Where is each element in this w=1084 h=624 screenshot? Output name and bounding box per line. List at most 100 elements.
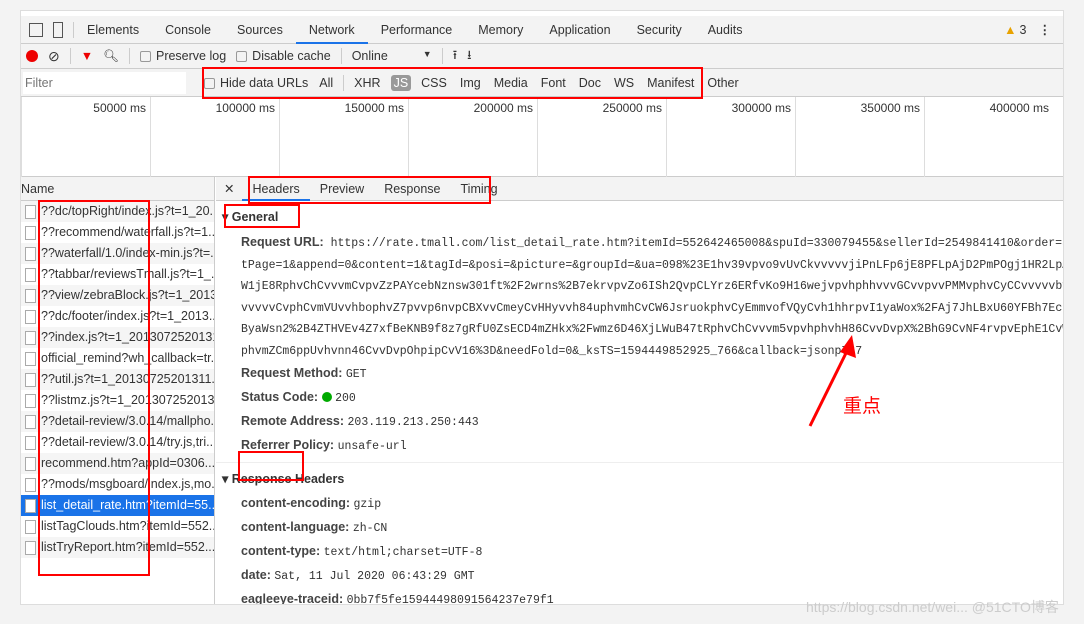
tab-response[interactable]: Response — [374, 177, 450, 201]
request-row[interactable]: ??index.js?t=1_20130725201311... — [21, 327, 214, 348]
kv-label: Request Method: — [241, 366, 343, 380]
timeline-tick: 150000 ms — [279, 97, 408, 177]
filter-type-media[interactable]: Media — [491, 75, 531, 91]
url-line: phvmZCm6ppUvhvnn46CvvDvpOhpipCvV16%3D&ne… — [241, 344, 863, 358]
request-row[interactable]: ??mods/msgboard/index.js,mo... — [21, 474, 214, 495]
disable-cache-checkbox[interactable]: Disable cache — [236, 49, 331, 63]
more-menu-icon[interactable]: ⋮ — [1039, 22, 1052, 37]
file-icon — [25, 519, 36, 534]
close-icon[interactable]: ✕ — [216, 181, 242, 196]
throttle-select[interactable]: Online ▼ — [352, 49, 432, 63]
export-har-icon[interactable]: ⭳ — [467, 46, 471, 67]
status-dot-icon — [321, 392, 332, 402]
tab-audits[interactable]: Audits — [695, 16, 756, 44]
filter-icon[interactable]: ▼ — [81, 49, 93, 63]
filter-type-font[interactable]: Font — [538, 75, 569, 91]
filter-type-manifest[interactable]: Manifest — [644, 75, 697, 91]
warning-icon[interactable]: ▲ — [1004, 23, 1016, 37]
request-row[interactable]: ??recommend/waterfall.js?t=1... — [21, 222, 214, 243]
name-column-header[interactable]: Name — [21, 177, 214, 201]
request-row[interactable]: official_remind?wh_callback=tr... — [21, 348, 214, 369]
tab-console[interactable]: Console — [152, 16, 224, 44]
response-header: date: Sat, 11 Jul 2020 06:43:29 GMT — [216, 564, 1063, 588]
timeline-tick-label: 50000 ms — [93, 101, 146, 115]
watermark: https://blog.csdn.net/wei... @51CTO博客 — [806, 599, 1059, 615]
kv-label: Remote Address: — [241, 414, 345, 428]
import-har-icon[interactable]: ⭱ — [453, 46, 457, 67]
request-row[interactable]: ??listmz.js?t=1_201307252013... — [21, 390, 214, 411]
request-name: ??listmz.js?t=1_201307252013... — [41, 393, 214, 407]
tab-sources[interactable]: Sources — [224, 16, 296, 44]
filter-type-all[interactable]: All — [316, 75, 336, 91]
general-section-header[interactable]: ▾ General — [216, 201, 1063, 230]
search-icon[interactable]: 🔍︎ — [103, 49, 119, 64]
timeline-tick-label: 350000 ms — [860, 101, 920, 115]
timeline-tick: 350000 ms — [795, 97, 924, 177]
request-row[interactable]: ??dc/topRight/index.js?t=1_20... — [21, 201, 214, 222]
file-icon — [25, 456, 36, 471]
filter-input[interactable] — [23, 71, 186, 94]
request-row[interactable]: ??detail-review/3.0.14/try.js,tri... — [21, 432, 214, 453]
tab-security[interactable]: Security — [624, 16, 695, 44]
request-method: Request Method: GET — [216, 362, 1063, 386]
tab-preview[interactable]: Preview — [310, 177, 374, 201]
request-row[interactable]: listTryReport.htm?itemId=552... — [21, 537, 214, 558]
request-row[interactable]: ??waterfall/1.0/index-min.js?t=... — [21, 243, 214, 264]
inspect-element-icon[interactable] — [29, 22, 43, 37]
kv-label: Status Code: — [241, 390, 319, 404]
response-headers-section-header[interactable]: ▾ Response Headers — [216, 462, 1063, 492]
request-name: ??mods/msgboard/index.js,mo... — [41, 477, 214, 491]
tab-elements[interactable]: Elements — [74, 16, 152, 44]
preserve-log-checkbox[interactable]: Preserve log — [139, 49, 226, 63]
filter-type-css[interactable]: CSS — [418, 75, 450, 91]
request-row[interactable]: ??view/zebraBlock.js?t=1_2013... — [21, 285, 214, 306]
filter-type-ws[interactable]: WS — [611, 75, 637, 91]
request-row[interactable]: ??detail-review/3.0.14/mallpho... — [21, 411, 214, 432]
request-row[interactable]: ??util.js?t=1_20130725201311... — [21, 369, 214, 390]
header-value: zh-CN — [352, 522, 388, 535]
filter-type-js[interactable]: JS — [390, 74, 412, 91]
throttle-value: Online — [351, 49, 388, 63]
file-icon — [25, 204, 36, 219]
header-name: eagleeye-traceid: — [241, 592, 344, 605]
filter-type-img[interactable]: Img — [457, 75, 484, 91]
device-toolbar-icon[interactable] — [53, 21, 63, 38]
request-row[interactable]: ??dc/footer/index.js?t=1_2013... — [21, 306, 214, 327]
annotation-text: 重点 — [843, 396, 882, 417]
request-row[interactable]: listTagClouds.htm?itemId=552... — [21, 516, 214, 537]
tab-performance[interactable]: Performance — [368, 16, 466, 44]
tab-memory[interactable]: Memory — [465, 16, 536, 44]
divider — [441, 48, 443, 64]
request-row[interactable]: recommend.htm?appId=0306... — [21, 453, 214, 474]
network-overview-timeline[interactable]: 50000 ms 100000 ms 150000 ms 200000 ms 25000… — [21, 97, 1063, 177]
request-name: ??detail-review/3.0.14/try.js,tri... — [41, 435, 214, 449]
request-row[interactable]: ??tabbar/reviewsTmall.js?t=1_... — [21, 264, 214, 285]
hide-data-urls-checkbox[interactable]: Hide data URLs — [204, 76, 308, 90]
header-value: gzip — [353, 498, 382, 511]
header-name: content-language: — [241, 520, 350, 534]
response-header: content-type: text/html;charset=UTF-8 — [216, 540, 1063, 564]
request-name: ??dc/footer/index.js?t=1_2013... — [41, 309, 214, 323]
file-icon — [25, 498, 36, 513]
header-name: date: — [241, 568, 271, 582]
timeline-tick: 300000 ms — [666, 97, 795, 177]
timeline-tick-label: 250000 ms — [602, 101, 662, 115]
filter-type-xhr[interactable]: XHR — [351, 75, 383, 91]
tab-timing[interactable]: Timing — [451, 177, 508, 201]
tab-network[interactable]: Network — [295, 16, 368, 44]
record-icon[interactable] — [26, 50, 38, 62]
filter-type-doc[interactable]: Doc — [576, 75, 604, 91]
clear-icon[interactable]: ⊘ — [48, 48, 60, 65]
url-line: tPage=1&append=0&content=1&tagId=&posi=&… — [241, 258, 1063, 272]
request-name: ??tabbar/reviewsTmall.js?t=1_... — [41, 267, 214, 281]
warning-count[interactable]: 3 — [1020, 23, 1027, 37]
tab-application[interactable]: Application — [536, 16, 623, 44]
kv-value: 203.119.213.250:443 — [347, 416, 479, 429]
remote-address: Remote Address: 203.119.213.250:443 — [216, 410, 1063, 434]
request-row[interactable]: list_detail_rate.htm?itemId=55... — [21, 495, 214, 516]
response-header: content-language: zh-CN — [216, 516, 1063, 540]
tab-headers[interactable]: Headers — [242, 177, 310, 201]
filter-type-other[interactable]: Other — [704, 75, 741, 91]
filter-bar: Hide data URLs All XHR JS CSS Img Media Font Do… — [21, 69, 1063, 97]
chevron-down-icon: ▼ — [422, 49, 432, 59]
